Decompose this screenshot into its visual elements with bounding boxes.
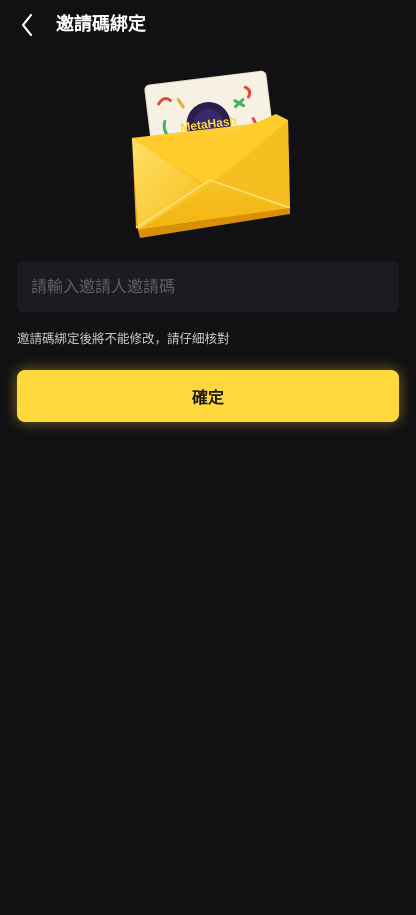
back-button[interactable] [14,9,42,41]
page-title: 邀請碼綁定 [56,14,146,35]
confirm-button[interactable]: 確定 [17,370,399,422]
top-bar: 邀請碼綁定 [0,0,416,50]
confirm-button-label: 確定 [191,388,224,407]
invite-code-input[interactable] [17,261,399,312]
chevron-left-icon [21,13,33,37]
invite-code-bind-screen: 邀請碼綁定 MetaHash 請輸入邀請人邀請碼 邀請碼綁定後將不能修改，請仔細… [0,0,416,915]
invite-envelope-illustration: MetaHash [126,68,292,240]
bind-warning-text: 邀請碼綁定後將不能修改，請仔細核對 [17,331,230,346]
